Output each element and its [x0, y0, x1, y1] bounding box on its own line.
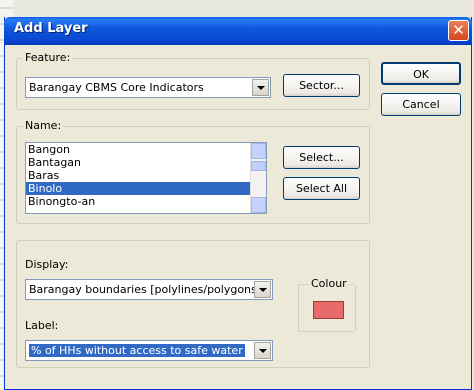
scroll-down-icon[interactable] [251, 197, 266, 213]
feature-dropdown-value: Barangay CBMS Core Indicators [29, 81, 204, 94]
feature-legend: Feature: [23, 51, 73, 64]
label-dropdown-value: % of HHs without access to safe water [29, 344, 245, 357]
name-legend: Name: [23, 119, 64, 132]
label-dropdown[interactable]: % of HHs without access to safe water [25, 340, 273, 361]
list-item[interactable]: Baras [26, 169, 266, 182]
display-label: Display: [25, 258, 69, 271]
title-bar[interactable]: Add Layer ✕ [4, 17, 472, 45]
colour-legend: Colour [309, 277, 349, 290]
chevron-down-icon[interactable] [254, 342, 271, 359]
scroll-thumb[interactable] [251, 161, 266, 171]
listbox-scrollbar[interactable] [250, 143, 266, 213]
list-item[interactable]: Bantagan [26, 156, 266, 169]
dialog-title: Add Layer [14, 21, 88, 36]
name-listbox[interactable]: Bangon Bantagan Baras Binolo Binongto-an [25, 142, 267, 214]
cancel-button[interactable]: Cancel [381, 93, 461, 116]
label-label: Label: [25, 319, 59, 332]
close-icon[interactable]: ✕ [448, 20, 469, 41]
list-item[interactable]: Bangon [26, 143, 266, 156]
chevron-down-icon[interactable] [252, 79, 269, 96]
list-item[interactable]: Binolo [26, 182, 266, 195]
colour-swatch[interactable] [313, 301, 344, 319]
feature-dropdown[interactable]: Barangay CBMS Core Indicators [25, 77, 271, 98]
list-item[interactable]: Binongto-an [26, 195, 266, 208]
chevron-down-icon[interactable] [254, 281, 271, 298]
sector-button[interactable]: Sector... [283, 74, 360, 97]
display-dropdown[interactable]: Barangay boundaries [polylines/polygons] [25, 279, 273, 300]
scroll-up-icon[interactable] [251, 143, 266, 159]
ok-button[interactable]: OK [381, 62, 461, 85]
select-button[interactable]: Select... [283, 146, 360, 169]
select-all-button[interactable]: Select All [283, 177, 360, 200]
display-dropdown-value: Barangay boundaries [polylines/polygons] [29, 283, 262, 296]
